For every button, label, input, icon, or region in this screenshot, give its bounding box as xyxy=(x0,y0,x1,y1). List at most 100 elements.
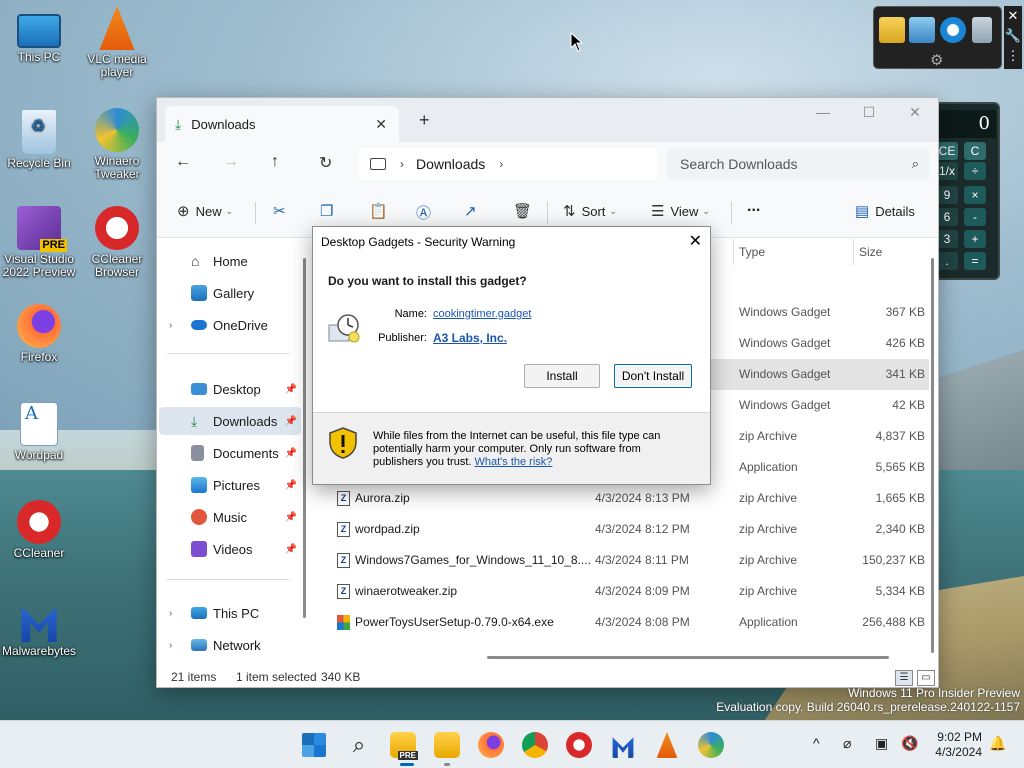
calc-key-multiply[interactable]: × xyxy=(964,186,986,204)
nav-pane-scrollbar[interactable] xyxy=(303,258,306,618)
sidebar-item-documents[interactable]: Documents 📌 xyxy=(159,439,301,467)
back-icon[interactable]: ← xyxy=(175,153,191,171)
address-bar[interactable]: › Downloads › xyxy=(358,148,658,180)
malwarebytes-icon[interactable] xyxy=(612,737,634,758)
desktop-icon-firefox[interactable]: Firefox xyxy=(0,304,78,364)
calc-key-3[interactable]: 3 xyxy=(936,230,958,248)
maximize-icon[interactable]: ☐ xyxy=(846,98,892,128)
wrench-icon[interactable]: 🔧 xyxy=(1004,26,1022,46)
tab-downloads[interactable]: ⤓ Downloads ✕ xyxy=(165,106,399,142)
sidebar-item-desktop[interactable]: Desktop 📌 xyxy=(159,375,301,403)
details-pane-button[interactable]: ▤ Details xyxy=(855,202,915,220)
display-icon[interactable]: ▣ xyxy=(875,735,888,752)
rename-button[interactable]: Ⓐ xyxy=(416,202,437,223)
publisher-link[interactable]: A3 Labs, Inc. xyxy=(433,331,507,345)
share-button[interactable]: ↗ xyxy=(464,202,483,220)
desktop-icon-malwarebytes[interactable]: Malwarebytes xyxy=(0,598,78,658)
sidebar-item-home[interactable]: ⌂ Home xyxy=(159,247,301,275)
up-icon[interactable]: ↑ xyxy=(271,153,279,171)
cut-button[interactable]: ✂ xyxy=(273,202,292,220)
close-icon[interactable]: ✕ xyxy=(1004,6,1022,26)
copy-button[interactable]: ❐ xyxy=(320,202,339,220)
network-disconnected-icon[interactable]: ⌀ xyxy=(843,735,851,752)
sidebar-item-onedrive[interactable]: › OneDrive xyxy=(159,311,301,339)
dont-install-button[interactable]: Don't Install xyxy=(614,364,692,388)
table-row[interactable]: Z Aurora.zip 4/3/2024 8:13 PM zip Archiv… xyxy=(317,483,929,514)
folder-gadget-icon[interactable] xyxy=(879,17,905,43)
calc-key-plus[interactable]: + xyxy=(964,230,986,248)
folder-icon[interactable] xyxy=(434,732,460,758)
search-icon[interactable]: ⌕ xyxy=(346,732,372,758)
calc-key-divide[interactable]: ÷ xyxy=(964,162,986,180)
sidebar-item-pictures[interactable]: Pictures 📌 xyxy=(159,471,301,499)
chevron-up-icon[interactable]: ^ xyxy=(813,735,820,751)
chevron-right-icon[interactable]: › xyxy=(169,608,172,619)
calc-key-ce[interactable]: CE xyxy=(936,142,958,160)
calc-key-equals[interactable]: = xyxy=(964,252,986,270)
firefox-icon[interactable] xyxy=(478,732,504,758)
table-row[interactable]: Z wordpad.zip 4/3/2024 8:12 PM zip Archi… xyxy=(317,514,929,545)
paste-button[interactable]: 📋 xyxy=(369,202,394,220)
desktop-icon-vlc[interactable]: VLC media player xyxy=(78,6,156,79)
calc-key-reciprocal[interactable]: 1/x xyxy=(936,162,958,180)
table-row[interactable]: Z winaerotweaker.zip 4/3/2024 8:09 PM zi… xyxy=(317,576,929,607)
drag-handle-icon[interactable]: ⋮ xyxy=(1004,46,1022,66)
sidebar-item-this-pc[interactable]: › This PC xyxy=(159,599,301,627)
install-button[interactable]: Install xyxy=(524,364,600,388)
minimize-icon[interactable]: — xyxy=(800,98,846,128)
calc-key-decimal[interactable]: . xyxy=(936,252,958,270)
details-view-icon[interactable]: ☰ xyxy=(895,670,913,686)
delete-button[interactable]: 🗑 xyxy=(513,202,538,220)
desktop-icon-winaero-tweaker[interactable]: Winaero Tweaker xyxy=(78,108,156,181)
sort-button[interactable]: ⇅ Sort ⌄ xyxy=(563,202,617,220)
gear-icon[interactable]: ⚙ xyxy=(930,51,943,69)
view-button[interactable]: ☰ View ⌄ xyxy=(651,202,710,220)
new-button[interactable]: ⊕ New ⌄ xyxy=(177,202,233,220)
dialog-close-icon[interactable]: ✕ xyxy=(689,231,702,251)
file-list-horizontal-scrollbar[interactable] xyxy=(487,656,889,659)
breadcrumb-chevron-icon[interactable]: › xyxy=(499,157,503,171)
chevron-right-icon[interactable]: › xyxy=(169,640,172,651)
table-row[interactable]: Z Windows7Games_for_Windows_11_10_8.... … xyxy=(317,545,929,576)
whats-the-risk-link[interactable]: What's the risk? xyxy=(475,456,553,468)
ccleaner-icon[interactable] xyxy=(566,732,592,758)
chrome-icon[interactable] xyxy=(522,732,548,758)
close-tab-icon[interactable]: ✕ xyxy=(375,116,387,133)
new-tab-icon[interactable]: + xyxy=(419,110,430,131)
system-clock[interactable]: 9:02 PM 4/3/2024 xyxy=(928,730,982,760)
table-row[interactable]: PowerToysUserSetup-0.79.0-x64.exe 4/3/20… xyxy=(317,607,929,638)
calc-key-6[interactable]: 6 xyxy=(936,208,958,226)
desktop-icon-this-pc[interactable]: This PC xyxy=(0,10,78,64)
sidebar-item-downloads[interactable]: ⤓ Downloads 📌 xyxy=(159,407,301,435)
desktop-icon-ccleaner[interactable]: CCleaner xyxy=(0,500,78,560)
column-header-type[interactable]: Type xyxy=(739,245,765,259)
sidebar-item-music[interactable]: Music 📌 xyxy=(159,503,301,531)
ie-gadget-icon[interactable] xyxy=(940,17,966,43)
desktop-icon-wordpad[interactable]: A Wordpad xyxy=(0,402,78,462)
refresh-icon[interactable]: ↻ xyxy=(319,153,332,173)
winaero-tweaker-icon[interactable] xyxy=(698,732,724,758)
volume-muted-icon[interactable]: 🔇 xyxy=(901,735,918,752)
calc-key-9[interactable]: 9 xyxy=(936,186,958,204)
recycle-bin-gadget-icon[interactable] xyxy=(972,17,992,43)
tiles-view-icon[interactable]: ▭ xyxy=(917,670,935,686)
close-window-icon[interactable]: ✕ xyxy=(892,98,938,128)
breadcrumb[interactable]: Downloads xyxy=(416,156,485,172)
sidebar-item-network[interactable]: › Network xyxy=(159,631,301,659)
sidebar-item-gallery[interactable]: Gallery xyxy=(159,279,301,307)
gadget-name-link[interactable]: cookingtimer.gadget xyxy=(433,308,531,320)
desktop-icon-recycle-bin[interactable]: ♻ Recycle Bin xyxy=(0,110,78,170)
search-input[interactable]: Search Downloads ⌕ xyxy=(667,148,929,180)
vlc-icon[interactable] xyxy=(656,732,678,758)
desktop-icon-ccleaner-browser[interactable]: CCleaner Browser xyxy=(78,206,156,279)
calc-key-c[interactable]: C xyxy=(964,142,986,160)
network-gadget-icon[interactable] xyxy=(909,17,935,43)
column-header-size[interactable]: Size xyxy=(859,245,882,259)
desktop-icon-visual-studio[interactable]: PRE Visual Studio 2022 Preview xyxy=(0,206,78,279)
forward-icon[interactable]: → xyxy=(223,153,239,171)
start-icon[interactable] xyxy=(302,733,326,757)
file-explorer-preview-icon[interactable]: PRE xyxy=(390,732,418,760)
more-options-button[interactable]: ... xyxy=(747,198,760,216)
sidebar-item-videos[interactable]: Videos 📌 xyxy=(159,535,301,563)
file-list-vertical-scrollbar[interactable] xyxy=(931,258,934,653)
